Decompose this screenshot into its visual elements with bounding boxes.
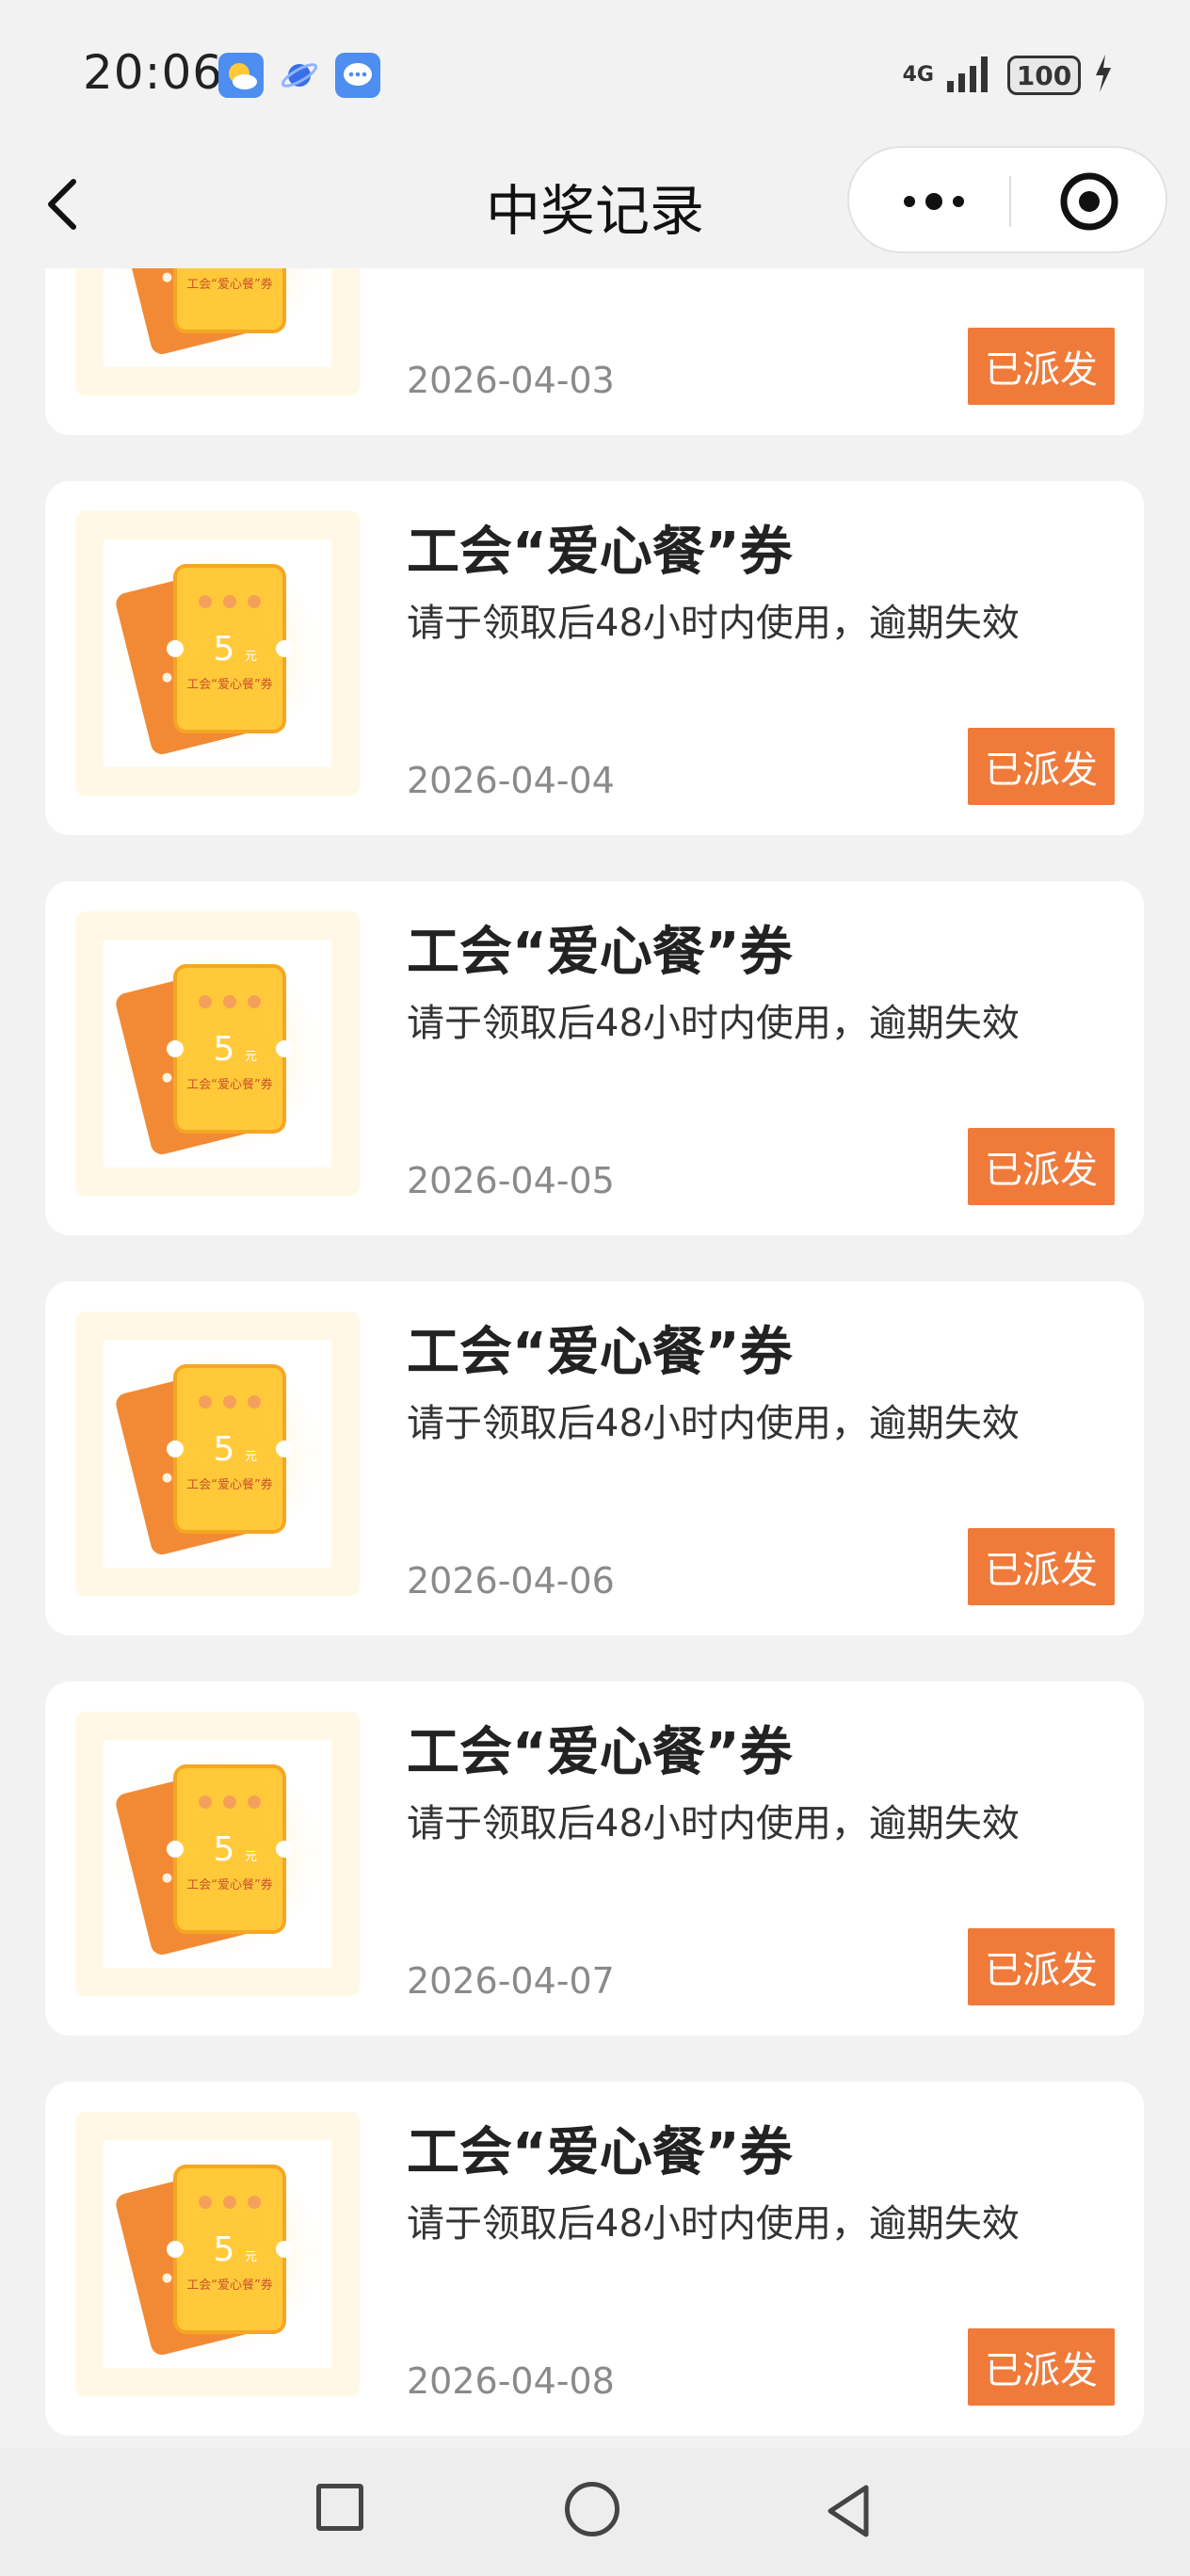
- record-card[interactable]: 5 元 工会“爱心餐”券 工会“爱心餐”券 请于领取后48小时内使用，逾期失效 …: [45, 1281, 1144, 1635]
- browser-planet-icon: [277, 53, 322, 98]
- record-card[interactable]: 5 元 工会“爱心餐”券 工会“爱心餐”券 请于领取后48小时内使用，逾期失效 …: [45, 881, 1144, 1235]
- svg-text:元: 元: [245, 1050, 257, 1064]
- svg-text:工会“爱心餐”券: 工会“爱心餐”券: [186, 1077, 272, 1092]
- record-card[interactable]: 5 元 工会“爱心餐”券 工会“爱心餐”券 请于领取后48小时内使用，逾期失效 …: [45, 1682, 1144, 2036]
- record-description: 请于领取后48小时内使用，逾期失效: [407, 1402, 1020, 1445]
- svg-text:工会“爱心餐”券: 工会“爱心餐”券: [186, 277, 272, 292]
- svg-text:工会“爱心餐”券: 工会“爱心餐”券: [186, 677, 272, 692]
- record-card[interactable]: 5 元 工会“爱心餐”券 工会“爱心餐”券 请于领取后48小时内使用，逾期失效 …: [45, 481, 1144, 835]
- record-title: 工会“爱心餐”券: [407, 2122, 793, 2183]
- status-badge[interactable]: 已派发: [968, 728, 1115, 805]
- system-navigation-bar: [0, 2448, 1190, 2576]
- record-card[interactable]: 5 元 工会“爱心餐”券 工会“爱心餐”券 请于领取后48小时内使用，逾期失效 …: [45, 268, 1144, 435]
- status-badge[interactable]: 已派发: [968, 328, 1115, 405]
- svg-text:工会“爱心餐”券: 工会“爱心餐”券: [186, 1877, 272, 1892]
- back-triangle-icon[interactable]: [817, 2478, 883, 2544]
- battery-level: 100: [1016, 59, 1072, 91]
- weather-icon: [218, 53, 264, 98]
- voucher-image: 5 元 工会“爱心餐”券: [104, 2140, 331, 2368]
- miniprogram-capsule: [847, 146, 1167, 253]
- battery-icon: 100: [1007, 56, 1081, 95]
- signal-icon: [945, 53, 996, 98]
- record-description: 请于领取后48小时内使用，逾期失效: [407, 1002, 1020, 1045]
- voucher-image: 5 元 工会“爱心餐”券: [104, 539, 331, 767]
- svg-text:工会“爱心餐”券: 工会“爱心餐”券: [186, 2278, 272, 2293]
- record-date: 2026-04-03: [407, 360, 615, 401]
- voucher-thumbnail: 5 元 工会“爱心餐”券: [75, 911, 360, 1196]
- voucher-image: 5 元 工会“爱心餐”券: [104, 1740, 331, 1968]
- svg-text:5: 5: [214, 2230, 235, 2269]
- status-bar: 20:06 4G 100: [0, 0, 1190, 146]
- record-date: 2026-04-07: [407, 1960, 615, 2002]
- voucher-image: 5 元 工会“爱心餐”券: [104, 1340, 331, 1568]
- record-title: 工会“爱心餐”券: [407, 522, 793, 583]
- home-icon[interactable]: [565, 2482, 619, 2536]
- svg-text:5: 5: [214, 630, 235, 668]
- record-title: 工会“爱心餐”券: [407, 922, 793, 983]
- svg-text:5: 5: [214, 1430, 235, 1469]
- record-date: 2026-04-08: [407, 2360, 615, 2402]
- record-description: 请于领取后48小时内使用，逾期失效: [407, 2202, 1020, 2246]
- svg-text:元: 元: [245, 1450, 257, 1464]
- record-title: 工会“爱心餐”券: [407, 1322, 793, 1383]
- voucher-thumbnail: 5 元 工会“爱心餐”券: [75, 2112, 360, 2396]
- status-badge[interactable]: 已派发: [968, 1928, 1115, 2005]
- voucher-thumbnail: 5 元 工会“爱心餐”券: [75, 1312, 360, 1596]
- message-icon: [335, 53, 380, 98]
- recent-apps-icon[interactable]: [316, 2484, 363, 2531]
- voucher-thumbnail: 5 元 工会“爱心餐”券: [75, 268, 360, 395]
- status-badge[interactable]: 已派发: [968, 2328, 1115, 2406]
- record-date: 2026-04-06: [407, 1560, 615, 1602]
- charging-icon: [1092, 53, 1115, 98]
- more-dots-icon: [904, 193, 964, 210]
- record-description: 请于领取后48小时内使用，逾期失效: [407, 1802, 1020, 1845]
- close-miniprogram-button[interactable]: [1047, 169, 1132, 234]
- voucher-image: 5 元 工会“爱心餐”券: [104, 940, 331, 1167]
- navigation-bar: 中奖记录: [0, 146, 1190, 268]
- svg-text:工会“爱心餐”券: 工会“爱心餐”券: [186, 1477, 272, 1492]
- record-description: 请于领取后48小时内使用，逾期失效: [407, 602, 1020, 645]
- record-card[interactable]: 5 元 工会“爱心餐”券 工会“爱心餐”券 请于领取后48小时内使用，逾期失效 …: [45, 2082, 1144, 2436]
- svg-text:元: 元: [245, 2250, 257, 2264]
- voucher-thumbnail: 5 元 工会“爱心餐”券: [75, 1712, 360, 1996]
- records-list[interactable]: 5 元 工会“爱心餐”券 工会“爱心餐”券 请于领取后48小时内使用，逾期失效 …: [0, 268, 1190, 2448]
- capsule-divider: [1009, 176, 1011, 227]
- status-badge[interactable]: 已派发: [968, 1128, 1115, 1205]
- target-icon: [1060, 172, 1118, 231]
- status-time: 20:06: [83, 45, 224, 100]
- record-title: 工会“爱心餐”券: [407, 1722, 793, 1783]
- notification-icons: [218, 53, 380, 98]
- more-button[interactable]: [887, 176, 981, 227]
- voucher-image: 5 元 工会“爱心餐”券: [104, 268, 331, 367]
- record-date: 2026-04-05: [407, 1160, 615, 1201]
- system-icons: 4G 100: [903, 53, 1115, 98]
- svg-text:元: 元: [245, 1850, 257, 1864]
- record-date: 2026-04-04: [407, 760, 615, 801]
- status-badge[interactable]: 已派发: [968, 1528, 1115, 1605]
- svg-text:5: 5: [214, 1830, 235, 1869]
- voucher-thumbnail: 5 元 工会“爱心餐”券: [75, 511, 360, 796]
- svg-text:元: 元: [245, 650, 257, 664]
- network-label: 4G: [902, 63, 934, 87]
- svg-text:5: 5: [214, 1030, 235, 1069]
